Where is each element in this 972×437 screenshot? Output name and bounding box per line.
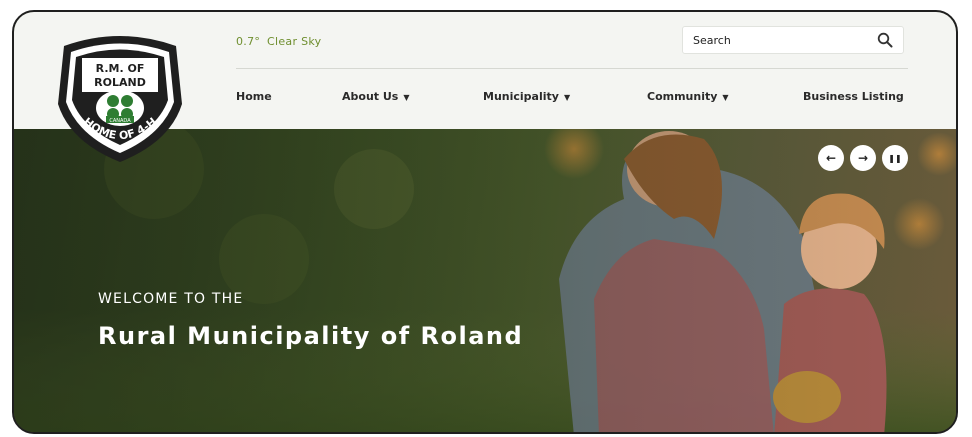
caret-down-icon: ▼ <box>403 93 410 102</box>
weather-condition: Clear Sky <box>267 35 322 48</box>
svg-text:ROLAND: ROLAND <box>94 76 146 89</box>
site-logo[interactable]: R.M. OF ROLAND CANADA HOME OF 4-H <box>52 24 188 164</box>
nav-item-business-listing[interactable]: Business Listing <box>803 90 904 103</box>
nav-item-about-us[interactable]: About Us ▼ <box>342 90 410 103</box>
nav-label: About Us <box>342 90 399 103</box>
next-slide-button[interactable]: → <box>850 145 876 171</box>
search-icon[interactable] <box>877 32 893 48</box>
hero-title: Rural Municipality of Roland <box>98 322 524 350</box>
shield-logo-icon: R.M. OF ROLAND CANADA HOME OF 4-H <box>58 36 182 162</box>
weather-temperature: 0.7° <box>236 35 261 48</box>
hero-welcome-text: WELCOME TO THE <box>98 291 244 307</box>
caret-down-icon: ▼ <box>563 93 571 102</box>
browser-frame: R.M. OF ROLAND CANADA HOME OF 4-H 0.7° C… <box>12 10 958 434</box>
hero-background-image <box>14 129 956 432</box>
arrow-left-icon: ← <box>825 151 837 165</box>
pause-slide-button[interactable]: ❚❚ <box>882 145 908 171</box>
svg-text:R.M. OF: R.M. OF <box>96 62 145 75</box>
arrow-right-icon: → <box>857 151 869 165</box>
nav-label: Municipality <box>483 90 559 103</box>
weather-widget: 0.7° Clear Sky <box>236 35 321 48</box>
svg-text:CANADA: CANADA <box>109 118 131 124</box>
nav-label: Business Listing <box>803 90 904 103</box>
nav-item-home[interactable]: Home <box>236 90 272 103</box>
nav-label: Home <box>236 90 272 103</box>
search-input[interactable] <box>683 27 863 53</box>
search-box <box>682 26 904 54</box>
pause-icon: ❚❚ <box>888 153 902 163</box>
previous-slide-button[interactable]: ← <box>818 145 844 171</box>
main-nav: Home About Us ▼ Municipality ▼ Community ▼ … <box>236 90 908 110</box>
header-divider <box>236 68 908 69</box>
hero-slider: ← → ❚❚ WELCOME TO THE Rural Municipality… <box>14 129 956 432</box>
nav-item-municipality[interactable]: Municipality ▼ <box>483 90 570 103</box>
nav-label: Community <box>647 90 718 103</box>
nav-item-community[interactable]: Community ▼ <box>647 90 729 103</box>
caret-down-icon: ▼ <box>722 93 729 102</box>
